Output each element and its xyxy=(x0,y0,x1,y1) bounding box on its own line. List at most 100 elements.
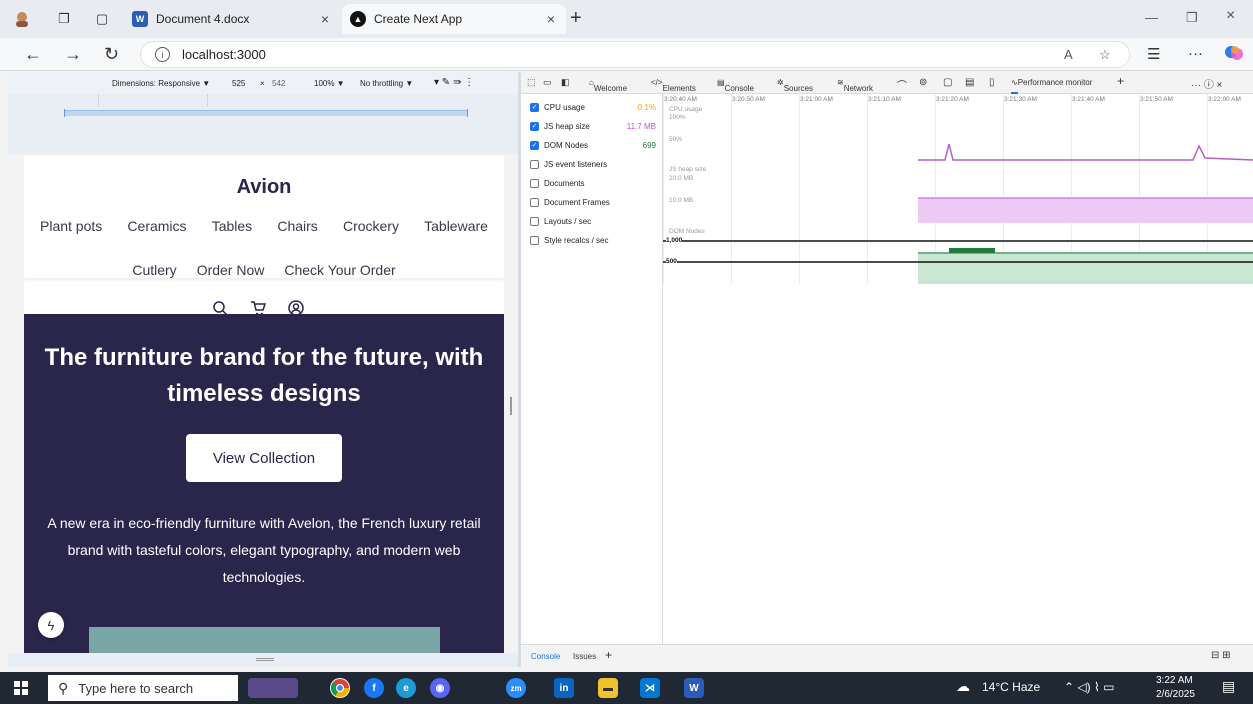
inspect-icon[interactable]: ⬚ xyxy=(527,77,536,88)
dimensions-select[interactable]: Dimensions: Responsive ▼ xyxy=(112,79,210,88)
new-tab-icon[interactable]: + xyxy=(570,8,582,28)
taskbar-search-input[interactable]: ⚲ Type here to search xyxy=(48,675,238,701)
facebook-icon[interactable]: f xyxy=(364,678,384,698)
metric-js-heap[interactable]: ✓ JS heap size 11.7 MB xyxy=(530,119,656,133)
favorites-icon[interactable]: ☰ xyxy=(1147,45,1160,63)
tab-document[interactable]: W Document 4.docx × xyxy=(124,4,340,34)
add-tab-icon[interactable]: + xyxy=(1117,74,1124,88)
nav-link-plant-pots[interactable]: Plant pots xyxy=(40,218,102,234)
performance-icon[interactable]: ⌒ xyxy=(897,77,907,92)
profile-avatar-icon[interactable] xyxy=(12,9,32,29)
resize-handle-icon[interactable] xyxy=(256,658,274,661)
metric-layouts-per-sec[interactable]: Layouts / sec xyxy=(530,214,656,228)
tab-performance-monitor[interactable]: ∿ Performance monitor xyxy=(1011,72,1092,94)
checkbox-checked-icon[interactable]: ✓ xyxy=(530,102,539,112)
site-info-icon[interactable]: i xyxy=(155,47,170,62)
copilot-icon[interactable] xyxy=(1224,43,1244,67)
tab-console[interactable]: ▤ Console xyxy=(717,78,754,93)
checkbox-icon[interactable] xyxy=(530,216,539,226)
word-icon[interactable]: W xyxy=(684,678,704,698)
splitter-grip-icon[interactable] xyxy=(510,397,512,415)
view-collection-button[interactable]: View Collection xyxy=(186,434,342,482)
metric-document-frames[interactable]: Document Frames xyxy=(530,195,656,209)
checkbox-icon[interactable] xyxy=(530,178,539,188)
nav-link-tableware[interactable]: Tableware xyxy=(424,218,488,234)
minimize-icon[interactable]: — xyxy=(1145,10,1158,25)
width-input[interactable]: 525 xyxy=(232,79,245,88)
checkbox-icon[interactable] xyxy=(530,235,539,245)
devtools-more-icon[interactable]: ··· ⓘ × xyxy=(1191,76,1222,91)
linkedin-icon[interactable]: in xyxy=(554,678,574,698)
tab-welcome[interactable]: ⌂ Welcome xyxy=(589,78,627,93)
nav-link-ceramics[interactable]: Ceramics xyxy=(127,218,186,234)
throttling-select[interactable]: No throttling ▼ xyxy=(360,79,413,88)
nav-link-tables[interactable]: Tables xyxy=(212,218,252,234)
browser-tab-strip: ❐ ▢ W Document 4.docx × ▲ Create Next Ap… xyxy=(0,0,1253,38)
nav-link-chairs[interactable]: Chairs xyxy=(277,218,317,234)
close-tab-icon[interactable]: × xyxy=(316,11,334,27)
chrome-icon[interactable] xyxy=(330,678,350,698)
device-icon[interactable]: ▯ xyxy=(989,77,995,88)
favorite-star-icon[interactable]: ☆ xyxy=(1099,47,1111,63)
tray-icons[interactable]: ⌃ ◁) ⌇ ▭ xyxy=(1064,680,1114,694)
workspaces-icon[interactable]: ❐ xyxy=(54,9,74,29)
tab-title: Create Next App xyxy=(374,12,463,26)
close-window-icon[interactable]: × xyxy=(1226,7,1235,25)
metric-js-event-listeners[interactable]: JS event listeners xyxy=(530,157,656,171)
checkbox-icon[interactable] xyxy=(530,197,539,207)
tab-elements[interactable]: </> Elements xyxy=(651,78,696,93)
checkbox-checked-icon[interactable]: ✓ xyxy=(530,121,539,131)
hero-section: The furniture brand for the future, with… xyxy=(24,314,504,653)
dock-icon[interactable]: ◧ xyxy=(561,77,570,88)
devtools-toolbar: ⬚ ▭ ◧ ⌂ Welcome </> Elements ▤ Console ✲… xyxy=(521,72,1253,94)
edge-icon[interactable]: e xyxy=(396,678,416,698)
tab-create-next-app[interactable]: ▲ Create Next App × xyxy=(342,4,566,34)
weather-icon[interactable]: ☁ xyxy=(956,678,970,695)
tab-network[interactable]: ≋ Network xyxy=(837,78,873,93)
brand-logo[interactable]: Avion xyxy=(24,176,504,199)
drawer-tab-issues[interactable]: Issues xyxy=(573,652,596,661)
zoom-icon[interactable]: zm xyxy=(506,678,526,698)
drawer-options-icon[interactable]: ⊟ ⊞ xyxy=(1211,650,1231,661)
back-icon[interactable]: ← xyxy=(24,44,42,65)
clipboard-icon[interactable]: ▤ xyxy=(965,77,974,88)
tab-sources[interactable]: ✲ Sources xyxy=(777,78,813,93)
memory-icon[interactable]: ⊚ xyxy=(919,77,927,88)
forward-icon[interactable]: → xyxy=(64,44,82,65)
weather-text[interactable]: 14°C Haze xyxy=(982,680,1040,694)
metric-dom-nodes[interactable]: ✓ DOM Nodes 699 xyxy=(530,138,656,152)
nextjs-dev-indicator-icon[interactable]: ϟ xyxy=(38,612,64,638)
notifications-icon[interactable]: ▤ xyxy=(1222,678,1235,695)
checkbox-icon[interactable] xyxy=(530,159,539,169)
metric-style-recalcs-per-sec[interactable]: Style recalcs / sec xyxy=(530,233,656,247)
device-options-icon[interactable]: ▾ ✎ ⇛ ⋮ xyxy=(434,77,474,88)
restore-icon[interactable]: ❐ xyxy=(1186,10,1198,26)
times-symbol: × xyxy=(260,79,265,88)
news-widget-icon[interactable] xyxy=(248,678,298,698)
media-query-bar[interactable] xyxy=(64,109,468,117)
refresh-icon[interactable]: ↻ xyxy=(104,44,119,65)
vscode-icon[interactable]: ⋊ xyxy=(640,678,660,698)
tab-actions-icon[interactable]: ▢ xyxy=(92,9,112,29)
clock[interactable]: 3:22 AM 2/6/2025 xyxy=(1156,674,1195,702)
application-icon[interactable]: ▢ xyxy=(943,77,952,88)
add-drawer-tab-icon[interactable]: + xyxy=(605,648,612,662)
metric-documents[interactable]: Documents xyxy=(530,176,656,190)
windows-start-icon[interactable] xyxy=(14,681,28,695)
hero-title: The furniture brand for the future, with… xyxy=(44,344,484,407)
file-explorer-icon[interactable]: ▬ xyxy=(598,678,618,698)
more-menu-icon[interactable]: ··· xyxy=(1188,45,1203,62)
height-input[interactable]: 542 xyxy=(272,79,285,88)
read-aloud-icon[interactable]: A xyxy=(1064,47,1073,62)
drawer-tab-console[interactable]: Console xyxy=(531,652,560,661)
checkbox-checked-icon[interactable]: ✓ xyxy=(530,140,539,150)
metric-cpu-usage[interactable]: ✓ CPU usage 0.1% xyxy=(530,100,656,114)
device-toggle-icon[interactable]: ▭ xyxy=(543,77,552,88)
close-tab-icon[interactable]: × xyxy=(542,11,560,27)
nav-link-crockery[interactable]: Crockery xyxy=(343,218,399,234)
discord-icon[interactable]: ◉ xyxy=(430,678,450,698)
zoom-select[interactable]: 100% ▼ xyxy=(314,79,345,88)
device-emulation-toolbar: Dimensions: Responsive ▼ 525 × 542 100% … xyxy=(8,72,518,94)
address-input[interactable]: i localhost:3000 A ☆ xyxy=(140,41,1130,68)
metrics-sidebar: ✓ CPU usage 0.1% ✓ JS heap size 11.7 MB … xyxy=(521,94,663,644)
